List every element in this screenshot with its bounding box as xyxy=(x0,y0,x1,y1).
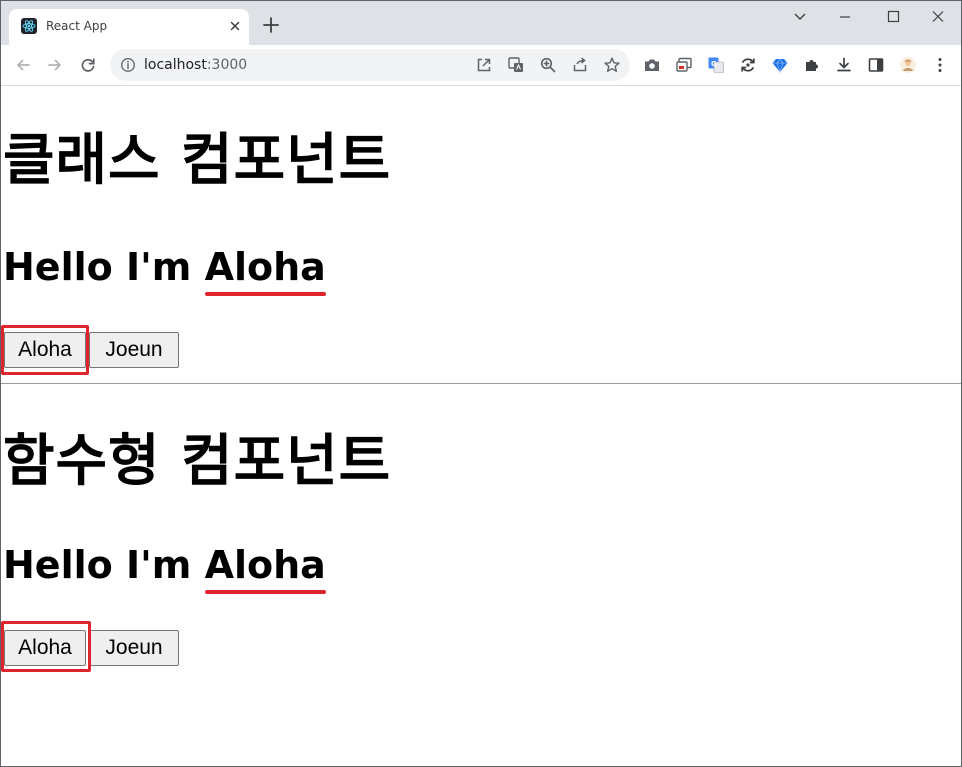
address-bar[interactable]: localhost:3000 xyxy=(110,49,630,81)
page-content: 클래스 컴포넌트 Hello I'm Aloha Aloha Joeun 함수형… xyxy=(1,87,961,766)
aloha-button[interactable]: Aloha xyxy=(4,332,86,368)
maximize-icon[interactable] xyxy=(882,7,904,27)
google-translate-extension-icon[interactable]: G xyxy=(707,56,725,74)
translate-icon[interactable] xyxy=(507,56,525,74)
bookmark-star-icon[interactable] xyxy=(603,56,621,74)
reload-icon[interactable] xyxy=(79,56,97,74)
side-panel-icon[interactable] xyxy=(867,56,885,74)
sync-extension-icon[interactable] xyxy=(739,56,757,74)
underline-annotation xyxy=(204,292,326,296)
forward-arrow-icon[interactable] xyxy=(46,56,64,74)
react-icon xyxy=(21,18,37,34)
share-icon[interactable] xyxy=(571,56,589,74)
greeting-prefix: Hello I'm xyxy=(3,543,205,587)
svg-text:G: G xyxy=(711,60,717,68)
tab-title: React App xyxy=(46,19,108,33)
download-icon[interactable] xyxy=(835,56,853,74)
greeting-prefix: Hello I'm xyxy=(3,245,205,289)
joeun-button[interactable]: Joeun xyxy=(89,332,179,368)
close-window-icon[interactable] xyxy=(927,7,949,27)
aloha-button[interactable]: Aloha xyxy=(4,630,86,666)
url-port: :3000 xyxy=(206,57,248,73)
menu-kebab-icon[interactable] xyxy=(931,56,949,74)
zoom-icon[interactable] xyxy=(539,56,557,74)
open-in-app-icon[interactable] xyxy=(475,56,493,74)
browser-tab[interactable]: React App xyxy=(9,9,249,45)
back-arrow-icon[interactable] xyxy=(14,56,32,74)
tab-strip: React App xyxy=(1,1,961,45)
browser-toolbar: localhost:3000 G xyxy=(1,45,961,86)
tab-search-chevron-icon[interactable] xyxy=(789,7,811,27)
underline-annotation xyxy=(204,590,326,594)
profile-avatar-icon[interactable] xyxy=(899,56,917,74)
site-info-icon[interactable] xyxy=(120,57,136,73)
close-tab-icon[interactable] xyxy=(227,18,243,34)
function-section-greeting: Hello I'm Aloha xyxy=(3,543,326,594)
url-text[interactable]: localhost:3000 xyxy=(144,57,247,73)
class-section-greeting: Hello I'm Aloha xyxy=(3,245,326,296)
greeting-name-text: Aloha xyxy=(204,245,326,289)
new-tab-icon[interactable] xyxy=(261,15,281,35)
greeting-name-text: Aloha xyxy=(204,543,326,587)
greeting-name: Aloha xyxy=(204,245,326,296)
section-divider xyxy=(1,383,961,384)
minimize-icon[interactable] xyxy=(834,7,856,27)
diamond-extension-icon[interactable] xyxy=(771,56,789,74)
screen-cast-extension-icon[interactable] xyxy=(675,56,693,74)
url-host: localhost xyxy=(144,57,207,73)
extensions-puzzle-icon[interactable] xyxy=(803,56,821,74)
joeun-button[interactable]: Joeun xyxy=(89,630,179,666)
camera-icon[interactable] xyxy=(643,56,661,74)
class-section-heading: 클래스 컴포넌트 xyxy=(3,128,392,193)
greeting-name: Aloha xyxy=(204,543,326,594)
function-section-heading: 함수형 컴포넌트 xyxy=(3,429,392,494)
